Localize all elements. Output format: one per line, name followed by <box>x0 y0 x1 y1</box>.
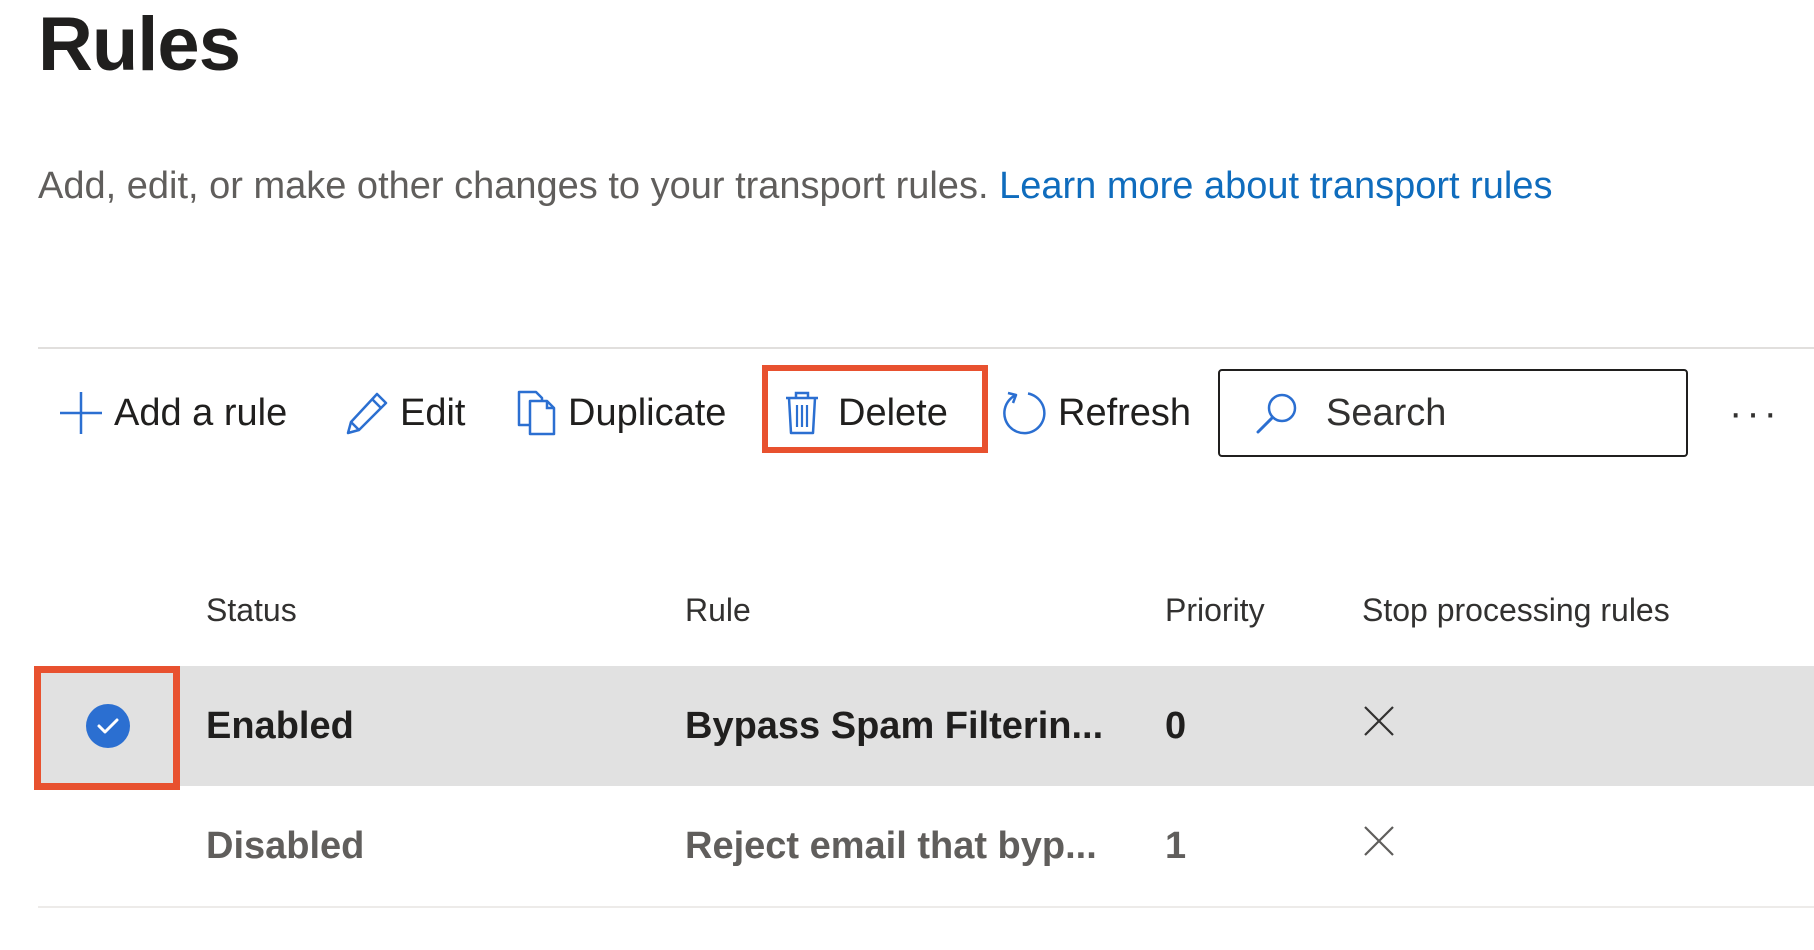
row-select-checkbox[interactable] <box>38 786 178 906</box>
column-header-rule[interactable]: Rule <box>685 560 751 660</box>
edit-button[interactable]: Edit <box>344 365 465 461</box>
more-icon: ··· <box>1729 390 1781 435</box>
refresh-icon <box>1000 389 1048 437</box>
row-select-checkbox[interactable] <box>38 666 178 786</box>
column-header-stop-processing[interactable]: Stop processing rules <box>1362 560 1670 660</box>
column-header-priority[interactable]: Priority <box>1165 560 1265 660</box>
row-status: Enabled <box>206 704 354 747</box>
table-row[interactable]: Disabled Reject email that byp... 1 <box>38 786 1814 908</box>
row-rule-name[interactable]: Reject email that byp... <box>685 786 1097 906</box>
duplicate-button[interactable]: Duplicate <box>516 365 726 461</box>
refresh-button[interactable]: Refresh <box>1000 365 1191 461</box>
learn-more-link[interactable]: Learn more about transport rules <box>999 165 1552 207</box>
x-icon <box>1362 824 1396 863</box>
row-priority: 1 <box>1165 824 1187 867</box>
trash-icon <box>784 390 820 436</box>
delete-button[interactable]: Delete <box>762 365 948 461</box>
x-icon <box>1362 704 1396 743</box>
description-text: Add, edit, or make other changes to your… <box>38 165 989 207</box>
toolbar-divider <box>38 347 1814 349</box>
pencil-icon <box>344 390 390 436</box>
search-icon <box>1254 390 1300 436</box>
more-options-button[interactable]: ··· <box>1720 365 1790 461</box>
row-rule-name[interactable]: Bypass Spam Filterin... <box>685 666 1103 786</box>
delete-label: Delete <box>838 391 948 434</box>
copy-icon <box>516 389 558 437</box>
column-header-status[interactable]: Status <box>206 560 297 660</box>
add-rule-button[interactable]: Add a rule <box>58 365 287 461</box>
row-status: Disabled <box>206 824 365 867</box>
edit-label: Edit <box>400 391 466 434</box>
toolbar: Add a rule Edit Duplicate Delete Refresh… <box>38 365 1814 461</box>
table-row[interactable]: Enabled Bypass Spam Filterin... 0 <box>34 666 1814 790</box>
checkmark-circle-icon <box>86 704 130 748</box>
refresh-label: Refresh <box>1058 391 1192 434</box>
page-title: Rules <box>38 2 241 87</box>
duplicate-label: Duplicate <box>568 391 727 434</box>
add-rule-label: Add a rule <box>114 391 288 434</box>
page-description: Add, edit, or make other changes to your… <box>38 160 1553 212</box>
row-priority: 0 <box>1165 704 1187 747</box>
plus-icon <box>58 390 104 436</box>
rules-page: Rules Add, edit, or make other changes t… <box>0 0 1814 950</box>
search-box[interactable] <box>1218 369 1688 457</box>
search-input[interactable] <box>1324 390 1628 436</box>
